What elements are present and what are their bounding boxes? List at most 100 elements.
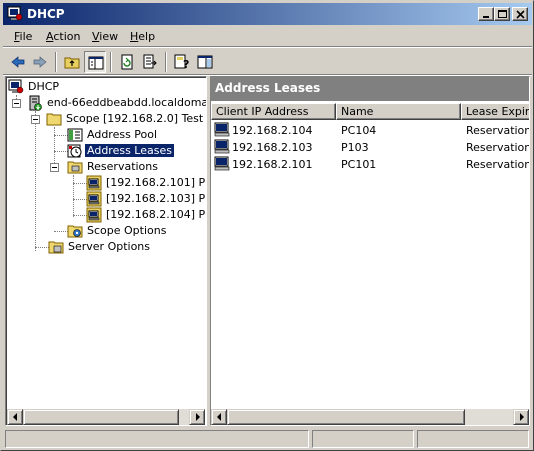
svg-text:?: ?	[183, 58, 189, 70]
scroll-thumb[interactable]	[227, 409, 465, 425]
client-ip-cell: 192.168.2.104	[232, 124, 313, 137]
lease-cell: Reservation (	[466, 124, 530, 137]
help-icon: ?	[174, 54, 189, 70]
scroll-right-button[interactable]	[513, 409, 529, 425]
column-header-client-ip[interactable]: Client IP Address	[211, 103, 336, 120]
maximize-button[interactable]	[494, 7, 510, 21]
server-options-icon	[48, 241, 64, 254]
reservation-computer-icon	[86, 207, 102, 223]
name-cell: PC104	[341, 124, 377, 137]
tree-item-address-leases[interactable]: Address Leases	[6, 143, 206, 159]
lease-cell: Reservation (	[466, 158, 530, 171]
scroll-right-button[interactable]	[189, 409, 205, 425]
tree-item-reservations[interactable]: Reservations	[6, 159, 206, 175]
close-button[interactable]	[512, 7, 528, 21]
tree-item-scope-options[interactable]: Scope Options	[6, 223, 206, 239]
back-arrow-icon	[11, 56, 25, 68]
menu-file[interactable]: File	[14, 30, 32, 43]
forward-arrow-icon	[33, 56, 47, 68]
collapse-reservations-toggle[interactable]	[50, 163, 59, 172]
tree-label-reservation: [192.168.2.103] P1	[106, 192, 207, 205]
status-bar	[3, 429, 532, 449]
scroll-thumb[interactable]	[23, 409, 179, 425]
toolbar-separator	[165, 52, 167, 72]
show-hide-tree-button[interactable]	[84, 51, 106, 73]
details-horizontal-scrollbar[interactable]	[211, 409, 529, 425]
collapse-server-toggle[interactable]	[12, 99, 21, 108]
name-cell: PC101	[341, 158, 377, 171]
server-icon	[29, 95, 42, 111]
console-tree[interactable]: DHCP end-66eddbeabdd.localdomain [ Scope…	[5, 76, 207, 426]
table-row[interactable]: 192.168.2.101 PC101 Reservation (	[211, 156, 529, 173]
toolbar-separator	[110, 52, 112, 72]
table-row[interactable]: 192.168.2.104 PC104 Reservation (	[211, 122, 529, 139]
details-pane-title: Address Leases	[215, 81, 321, 95]
toolbar-separator	[55, 52, 57, 72]
tree-item-reservation[interactable]: [192.168.2.104] PC	[6, 207, 206, 223]
tree-label-scope-options: Scope Options	[87, 224, 167, 237]
refresh-button[interactable]	[116, 51, 138, 73]
computer-icon	[214, 139, 230, 154]
tree-label-dhcp: DHCP	[28, 80, 60, 93]
properties-help-button[interactable]: ?	[171, 51, 193, 73]
tree-item-address-pool[interactable]: Address Pool	[6, 127, 206, 143]
menu-separator	[3, 46, 532, 48]
computer-icon	[214, 122, 230, 137]
window-title: DHCP	[27, 7, 65, 21]
tree-item-scope[interactable]: Scope [192.168.2.0] Test	[6, 111, 206, 127]
tree-label-server-options: Server Options	[68, 240, 151, 253]
minimize-button[interactable]	[478, 7, 494, 21]
menu-help[interactable]: Help	[130, 30, 155, 43]
details-pane-header: Address Leases	[211, 77, 529, 101]
lease-cell: Reservation (	[466, 141, 530, 154]
status-panel	[312, 430, 414, 448]
column-header-name[interactable]: Name	[336, 103, 461, 120]
up-one-level-button[interactable]	[61, 51, 83, 73]
refresh-icon	[121, 54, 133, 70]
column-header-lease-expiration[interactable]: Lease Expirat	[461, 103, 529, 120]
scope-options-icon	[67, 225, 83, 238]
tree-item-server-options[interactable]: Server Options	[6, 239, 206, 255]
tree-item-reservation[interactable]: [192.168.2.101] PC	[6, 175, 206, 191]
export-list-button[interactable]	[139, 51, 161, 73]
reservation-computer-icon	[86, 175, 102, 191]
scroll-left-button[interactable]	[7, 409, 23, 425]
tree-label-address-pool: Address Pool	[87, 128, 158, 141]
reservations-folder-icon	[67, 161, 83, 174]
menu-action[interactable]: Action	[46, 30, 80, 43]
tree-label-scope: Scope [192.168.2.0] Test	[66, 112, 204, 125]
tree-horizontal-scrollbar[interactable]	[7, 409, 205, 425]
dhcp-icon	[8, 79, 24, 94]
toolbar: ?	[3, 49, 532, 75]
title-bar[interactable]: DHCP	[3, 3, 532, 25]
dhcp-window: DHCP File Action View Help ? DHCP end-66…	[0, 0, 534, 451]
collapse-scope-toggle[interactable]	[31, 115, 40, 124]
status-panel	[417, 430, 529, 448]
dhcp-app-icon	[7, 6, 23, 21]
table-row[interactable]: 192.168.2.103 P103 Reservation (	[211, 139, 529, 156]
export-list-icon	[143, 54, 157, 69]
console-tree-button[interactable]	[194, 51, 216, 73]
up-folder-icon	[64, 57, 80, 69]
tree-label-reservations: Reservations	[87, 160, 158, 173]
tree-item-server[interactable]: end-66eddbeabdd.localdomain [	[6, 95, 206, 111]
minimize-icon	[483, 16, 489, 18]
client-ip-cell: 192.168.2.101	[232, 158, 313, 171]
menu-bar: File Action View Help	[3, 27, 532, 47]
menu-view[interactable]: View	[92, 30, 118, 43]
tree-label-server: end-66eddbeabdd.localdomain [	[47, 96, 207, 109]
tree-item-dhcp[interactable]: DHCP	[6, 79, 206, 95]
status-panel	[5, 430, 309, 448]
tree-item-reservation[interactable]: [192.168.2.103] P1	[6, 191, 206, 207]
address-leases-icon	[67, 144, 82, 158]
scroll-left-button[interactable]	[211, 409, 227, 425]
tree-label-address-leases: Address Leases	[84, 143, 175, 158]
back-button[interactable]	[7, 51, 29, 73]
show-hide-tree-icon	[88, 56, 104, 70]
arrow-left-icon	[13, 413, 17, 421]
address-pool-icon	[67, 128, 83, 142]
forward-button[interactable]	[29, 51, 51, 73]
details-pane: Address Leases Client IP Address Name Le…	[210, 76, 530, 426]
close-icon	[516, 10, 525, 19]
computer-icon	[214, 156, 230, 171]
